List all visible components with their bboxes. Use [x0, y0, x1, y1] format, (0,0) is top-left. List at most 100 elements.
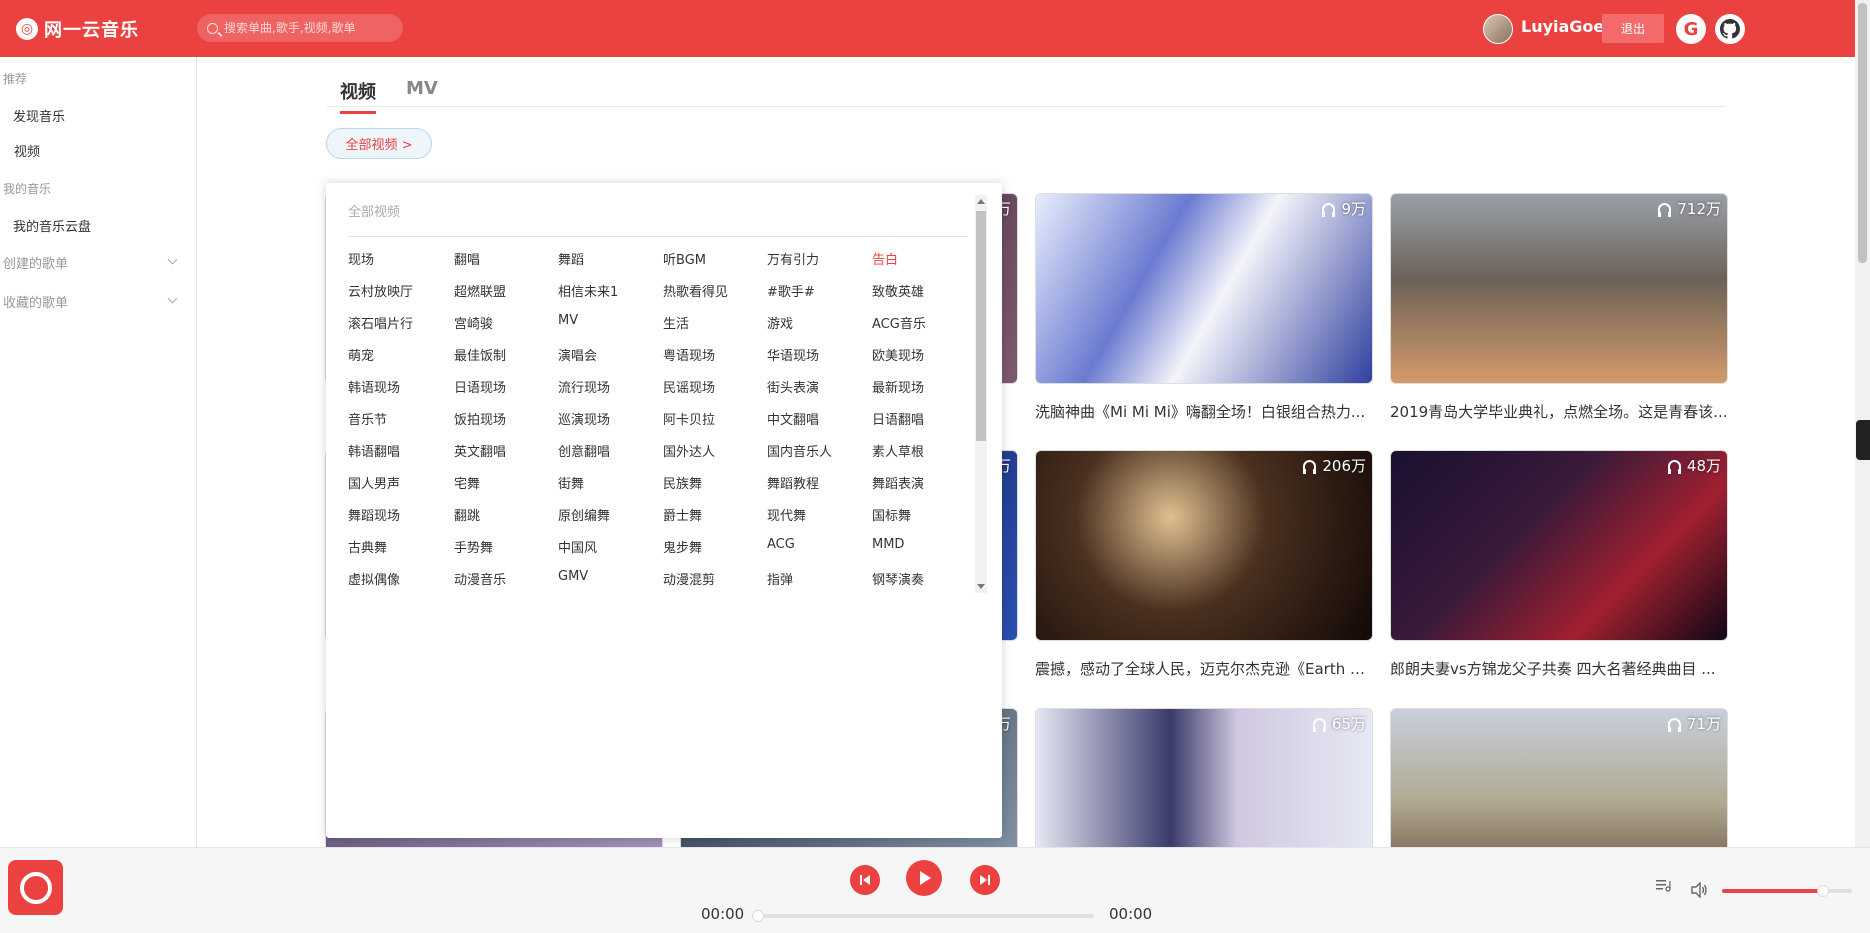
video-title[interactable]: 2019青岛大学毕业典礼，点燃全场。这是青春该...: [1390, 401, 1728, 422]
category-item[interactable]: 粤语现场: [663, 345, 715, 364]
popup-scrollbar[interactable]: [975, 195, 987, 593]
volume-slider[interactable]: [1722, 885, 1852, 897]
category-item[interactable]: 日语现场: [454, 377, 506, 396]
popup-header[interactable]: 全部视频: [348, 201, 968, 237]
category-item[interactable]: 音乐节: [348, 409, 387, 428]
category-item[interactable]: 素人草根: [872, 441, 924, 460]
category-item[interactable]: 流行现场: [558, 377, 610, 396]
page-scroll-thumb[interactable]: [1858, 3, 1867, 263]
g-logo-icon[interactable]: G: [1676, 14, 1706, 44]
category-item[interactable]: 饭拍现场: [454, 409, 506, 428]
video-title[interactable]: 震撼，感动了全球人民，迈克尔杰克逊《Earth S...: [1035, 658, 1373, 679]
search-input[interactable]: [224, 21, 394, 35]
category-item[interactable]: 云村放映厅: [348, 281, 413, 300]
category-item[interactable]: 韩语现场: [348, 377, 400, 396]
category-item[interactable]: 超燃联盟: [454, 281, 506, 300]
sidebar-item-video[interactable]: 视频: [14, 141, 40, 160]
video-title[interactable]: 郎朗夫妻vs方锦龙父子共奏 四大名著经典曲目 ...: [1390, 658, 1728, 679]
category-item[interactable]: 舞蹈: [558, 249, 584, 268]
video-thumbnail[interactable]: 206万: [1035, 450, 1373, 641]
category-item[interactable]: 翻唱: [454, 249, 480, 268]
all-videos-button[interactable]: 全部视频 >: [326, 128, 432, 159]
album-cover[interactable]: [8, 860, 63, 915]
category-item[interactable]: 英文翻唱: [454, 441, 506, 460]
category-item[interactable]: 爵士舞: [663, 505, 702, 524]
category-item[interactable]: 华语现场: [767, 345, 819, 364]
category-item[interactable]: 翻跳: [454, 505, 480, 524]
category-item[interactable]: 宫崎骏: [454, 313, 493, 332]
category-item[interactable]: 舞蹈教程: [767, 473, 819, 492]
progress-knob[interactable]: [752, 910, 764, 922]
category-item[interactable]: 中国风: [558, 537, 597, 556]
category-item[interactable]: 国标舞: [872, 505, 911, 524]
category-item[interactable]: 日语翻唱: [872, 409, 924, 428]
sidebar-item-cloud[interactable]: 我的音乐云盘: [13, 216, 91, 235]
app-logo[interactable]: ◎ 网一云音乐: [16, 16, 139, 42]
category-item[interactable]: 街舞: [558, 473, 584, 492]
category-item[interactable]: 动漫音乐: [454, 569, 506, 588]
category-item[interactable]: 萌宠: [348, 345, 374, 364]
category-item[interactable]: 欧美现场: [872, 345, 924, 364]
video-thumbnail[interactable]: 712万: [1390, 193, 1728, 384]
category-item[interactable]: MV: [558, 313, 578, 328]
category-item[interactable]: 动漫混剪: [663, 569, 715, 588]
popup-scroll-thumb[interactable]: [976, 211, 986, 441]
category-item[interactable]: 万有引力: [767, 249, 819, 268]
volume-icon[interactable]: [1690, 882, 1708, 898]
category-item[interactable]: 古典舞: [348, 537, 387, 556]
sidebar-group-created[interactable]: 创建的歌单: [3, 253, 183, 272]
category-item[interactable]: GMV: [558, 569, 588, 584]
category-item[interactable]: 街头表演: [767, 377, 819, 396]
video-title[interactable]: 洗脑神曲《Mi Mi Mi》嗨翻全场！白银组合热力...: [1035, 401, 1373, 422]
category-item[interactable]: 热歌看得见: [663, 281, 728, 300]
github-icon[interactable]: [1715, 14, 1745, 44]
search-box[interactable]: [197, 14, 403, 42]
category-item[interactable]: 指弹: [767, 569, 793, 588]
category-item[interactable]: 国人男声: [348, 473, 400, 492]
category-item[interactable]: 巡演现场: [558, 409, 610, 428]
user-avatar[interactable]: [1483, 14, 1513, 44]
category-item[interactable]: 韩语翻唱: [348, 441, 400, 460]
sidebar-group-collected[interactable]: 收藏的歌单: [3, 292, 183, 311]
category-item[interactable]: 国内音乐人: [767, 441, 832, 460]
category-item[interactable]: 听BGM: [663, 249, 706, 268]
category-item[interactable]: 相信未来1: [558, 281, 618, 300]
category-item[interactable]: 原创编舞: [558, 505, 610, 524]
tab-mv[interactable]: MV: [406, 78, 438, 99]
sidebar-item-discover[interactable]: 发现音乐: [13, 106, 65, 125]
category-item[interactable]: 最新现场: [872, 377, 924, 396]
category-item[interactable]: 演唱会: [558, 345, 597, 364]
category-item[interactable]: 国外达人: [663, 441, 715, 460]
tab-video[interactable]: 视频: [340, 78, 376, 114]
category-item[interactable]: 民谣现场: [663, 377, 715, 396]
category-item[interactable]: 生活: [663, 313, 689, 332]
category-item[interactable]: 告白: [872, 249, 898, 268]
category-item[interactable]: 钢琴演奏: [872, 569, 924, 588]
previous-button[interactable]: [850, 865, 880, 895]
category-item[interactable]: 致敬英雄: [872, 281, 924, 300]
side-drawer-tab[interactable]: [1856, 420, 1870, 460]
category-item[interactable]: 现场: [348, 249, 374, 268]
category-item[interactable]: #歌手#: [767, 281, 815, 300]
video-thumbnail[interactable]: 9万: [1035, 193, 1373, 384]
volume-knob[interactable]: [1817, 885, 1830, 897]
category-item[interactable]: 手势舞: [454, 537, 493, 556]
category-item[interactable]: 舞蹈表演: [872, 473, 924, 492]
category-item[interactable]: 现代舞: [767, 505, 806, 524]
category-item[interactable]: 虚拟偶像: [348, 569, 400, 588]
category-item[interactable]: 创意翻唱: [558, 441, 610, 460]
category-item[interactable]: 鬼步舞: [663, 537, 702, 556]
category-item[interactable]: 中文翻唱: [767, 409, 819, 428]
category-item[interactable]: 滚石唱片行: [348, 313, 413, 332]
username[interactable]: LuyiaGoe: [1521, 17, 1604, 36]
category-item[interactable]: 游戏: [767, 313, 793, 332]
play-button[interactable]: [906, 860, 942, 896]
playlist-icon[interactable]: [1655, 878, 1671, 892]
scroll-down-arrow-icon[interactable]: [977, 584, 985, 589]
logout-button[interactable]: 退出: [1602, 14, 1664, 43]
progress-bar[interactable]: [752, 910, 1094, 922]
category-item[interactable]: 宅舞: [454, 473, 480, 492]
category-item[interactable]: ACG: [767, 537, 795, 552]
scroll-up-arrow-icon[interactable]: [977, 199, 985, 204]
category-item[interactable]: MMD: [872, 537, 904, 552]
